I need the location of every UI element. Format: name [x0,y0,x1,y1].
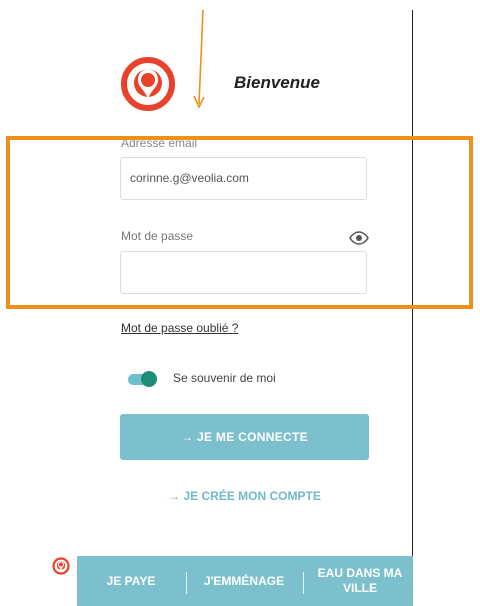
remember-me-label: Se souvenir de moi [173,371,276,385]
tab-separator [303,572,304,594]
remember-me-toggle[interactable] [128,370,158,387]
forgot-password-link[interactable]: Mot de passe oublié ? [121,321,238,335]
bottom-tab-bar: JE PAYE J'EMMÉNAGE EAU DANS MA VILLE [77,556,413,606]
annotation-highlight-box [6,136,473,309]
page-title: Bienvenue [234,73,320,92]
veolia-small-logo-icon [52,557,70,575]
login-button[interactable]: → JE ME CONNECTE [120,414,369,460]
login-button-label: → JE ME CONNECTE [181,430,308,444]
tab-j-emmenage[interactable]: J'EMMÉNAGE [189,556,299,606]
annotation-arrow [193,10,205,109]
veolia-logo-icon [121,57,175,111]
tab-eau-dans-ma-ville[interactable]: EAU DANS MA VILLE [307,556,413,606]
toggle-knob [141,371,157,387]
tab-je-paye[interactable]: JE PAYE [85,556,177,606]
create-account-link[interactable]: → JE CRÉE MON COMPTE [120,489,369,503]
tab-separator [186,572,187,594]
